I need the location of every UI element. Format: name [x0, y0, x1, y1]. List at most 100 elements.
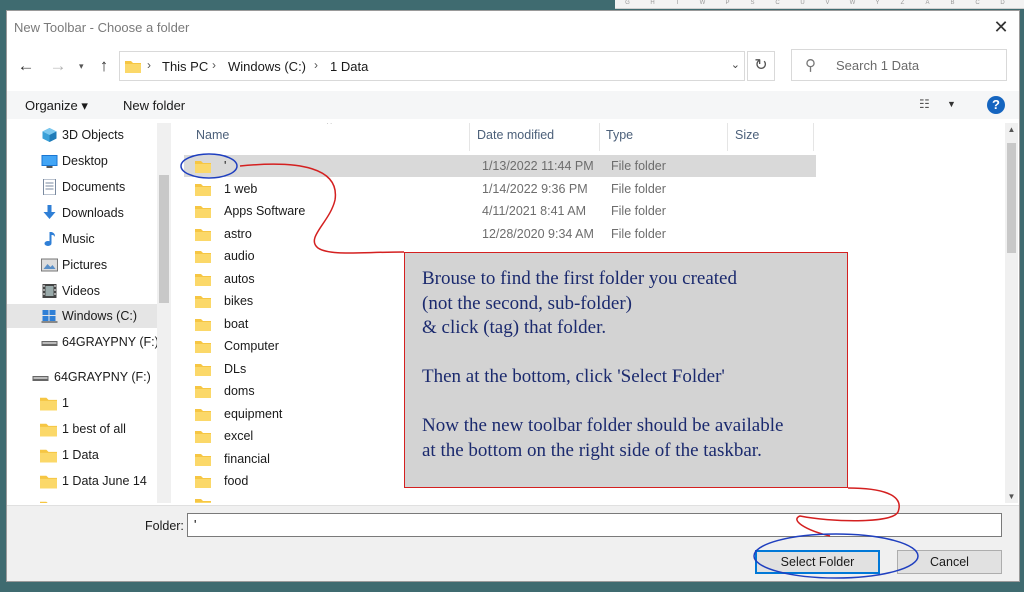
film-icon — [42, 284, 57, 298]
sidebar-item-downloads[interactable]: Downloads — [7, 201, 157, 225]
navigation-scrollbar[interactable] — [157, 123, 171, 503]
view-options-icon[interactable]: ☷ — [919, 97, 930, 111]
column-header-size[interactable]: Size — [735, 128, 759, 142]
folder-icon — [195, 476, 211, 488]
help-icon[interactable]: ? — [987, 96, 1005, 114]
callout-line: at the bottom on the right side of the t… — [422, 439, 762, 461]
sidebar-item-label: 3D Objects — [62, 128, 124, 142]
file-name: doms — [224, 384, 255, 398]
sidebar-item-label: 64GRAYPNY (F:) — [62, 335, 159, 349]
breadcrumb-this-pc[interactable]: This PC — [162, 59, 208, 74]
command-bar: Organize ▾ New folder ☷ ▼ ? — [7, 91, 1019, 119]
up-arrow-icon[interactable]: ↑ — [93, 55, 115, 77]
sidebar-item-label: Pictures — [62, 258, 108, 272]
folder-icon — [195, 409, 211, 421]
folder-icon — [195, 251, 211, 263]
folder-icon — [195, 364, 211, 376]
folder-icon — [195, 229, 211, 241]
column-divider[interactable] — [599, 123, 600, 151]
table-row[interactable]: ' 1/13/2022 11:44 PM File folder — [184, 155, 816, 177]
new-folder-button[interactable]: New folder — [123, 98, 185, 113]
column-divider[interactable] — [727, 123, 728, 151]
windows-drive-icon — [41, 310, 58, 323]
file-list-scrollbar[interactable]: ▲ ▼ — [1005, 123, 1018, 503]
scrollbar-thumb[interactable] — [159, 175, 169, 303]
file-name: DLs — [224, 362, 247, 376]
sidebar-item-label: Windows (C:) — [62, 309, 138, 323]
view-dropdown-icon[interactable]: ▼ — [947, 99, 956, 109]
table-row[interactable] — [184, 493, 816, 503]
cube-icon — [42, 128, 57, 142]
sidebar-item-desktop[interactable]: Desktop — [7, 149, 157, 173]
file-type: File folder — [611, 204, 666, 218]
scroll-up-icon[interactable]: ▲ — [1005, 125, 1018, 134]
navigation-row: ← → ▾ ↑ › This PC › Windows (C:) › 1 Dat… — [7, 49, 1019, 83]
folder-icon — [195, 161, 211, 173]
column-header-date-modified[interactable]: Date modified — [477, 128, 554, 142]
sidebar-item-documents[interactable]: Documents — [7, 175, 157, 199]
desktop-icon — [41, 155, 58, 168]
folder-input[interactable] — [187, 513, 1002, 537]
file-name: equipment — [224, 407, 283, 421]
background-window-strip: GHIWPSCUVWYZABCD — [615, 0, 1024, 9]
breadcrumb-windows-c[interactable]: Windows (C:) — [228, 59, 306, 74]
back-arrow-icon[interactable]: ← — [15, 55, 37, 77]
sidebar-item-64graypny-f-root[interactable]: 64GRAYPNY (F:) — [7, 365, 157, 389]
breadcrumb-separator-icon: › — [147, 58, 151, 72]
column-header-type[interactable]: Type — [606, 128, 633, 142]
file-name: Computer — [224, 339, 279, 353]
file-name: 1 web — [224, 182, 258, 196]
file-name: autos — [224, 272, 255, 286]
callout-line: Then at the bottom, click 'Select Folder… — [422, 366, 725, 387]
file-name: audio — [224, 249, 255, 263]
sidebar-item-pictures[interactable]: Pictures — [7, 253, 157, 277]
file-name: boat — [224, 317, 249, 331]
sidebar-item-label: 64GRAYPNY (F:) — [54, 370, 151, 384]
sidebar-item-folder[interactable]: 1 best of all — [7, 417, 157, 441]
scrollbar-thumb[interactable] — [1007, 143, 1016, 253]
sidebar-item-label: Videos — [62, 284, 100, 298]
sidebar-item-folder[interactable]: 1 Data June 14 — [7, 469, 157, 493]
scroll-down-icon[interactable]: ▼ — [1005, 492, 1018, 501]
select-folder-button[interactable]: Select Folder — [755, 550, 880, 574]
close-icon[interactable]: ✕ — [989, 15, 1013, 39]
file-date: 1/14/2022 9:36 PM — [482, 182, 588, 196]
table-row[interactable]: Apps Software 4/11/2021 8:41 AM File fol… — [184, 200, 816, 222]
sidebar-item-64graypny-f[interactable]: 64GRAYPNY (F:) — [7, 330, 159, 354]
address-bar[interactable]: › This PC › Windows (C:) › 1 Data ⌄ — [119, 51, 745, 81]
sidebar-item-folder[interactable]: 1 Data — [7, 443, 157, 467]
sidebar-item-music[interactable]: Music — [7, 227, 157, 251]
file-name: bikes — [224, 294, 254, 308]
folder-icon — [195, 296, 211, 308]
column-header-name[interactable]: Name — [196, 128, 229, 142]
column-divider[interactable] — [469, 123, 470, 151]
callout-line: & click (tag) that folder. — [422, 317, 607, 338]
cancel-button[interactable]: Cancel — [897, 550, 1002, 574]
column-divider[interactable] — [813, 123, 814, 151]
sidebar-item-3d-objects[interactable]: 3D Objects — [7, 123, 157, 147]
file-name: financial — [224, 452, 270, 466]
refresh-icon[interactable]: ↻ — [747, 51, 775, 81]
callout-line: (not the second, sub-folder) — [422, 292, 632, 314]
table-row[interactable]: astro 12/28/2020 9:34 AM File folder — [184, 223, 816, 245]
sidebar-item-videos[interactable]: Videos — [7, 279, 157, 303]
file-name: excel — [224, 429, 254, 443]
sidebar-item-label: 1 best of all — [62, 422, 126, 436]
forward-arrow-icon[interactable]: → — [47, 55, 69, 77]
sort-ascending-icon: ^ — [327, 123, 332, 130]
file-date: 12/28/2020 9:34 AM — [482, 227, 594, 241]
file-name: Apps Software — [224, 204, 306, 218]
sidebar-item-folder[interactable]: 1 — [7, 391, 157, 415]
navigation-pane: 3D Objects Desktop Documents Downloads M… — [7, 123, 172, 503]
organize-button[interactable]: Organize ▾ — [25, 98, 88, 114]
breadcrumb-1-data[interactable]: 1 Data — [330, 59, 368, 74]
file-name: food — [224, 474, 249, 488]
sidebar-item-windows-c[interactable]: Windows (C:) — [7, 304, 157, 328]
recent-locations-chevron-icon[interactable]: ▾ — [79, 61, 84, 72]
table-row[interactable]: 1 web 1/14/2022 9:36 PM File folder — [184, 178, 816, 200]
address-dropdown-icon[interactable]: ⌄ — [731, 58, 740, 71]
sidebar-item-folder[interactable] — [7, 495, 157, 503]
search-box[interactable]: ⚲ Search 1 Data — [791, 49, 1007, 81]
search-input[interactable]: Search 1 Data — [836, 58, 919, 73]
folder-icon — [195, 184, 211, 196]
